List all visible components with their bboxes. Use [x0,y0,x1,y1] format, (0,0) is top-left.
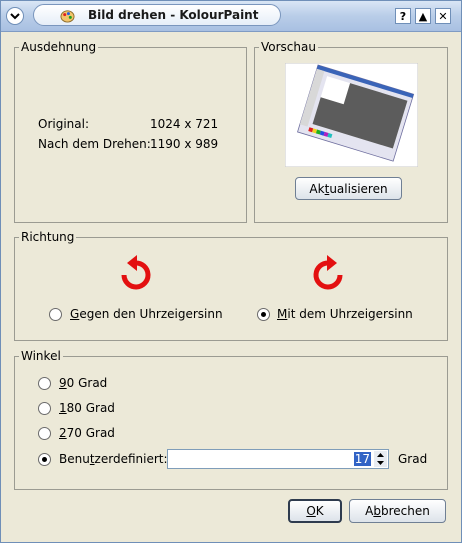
vorschau-legend: Vorschau [259,40,318,54]
rotate-dialog: Bild drehen - KolourPaint ? ▲ ✕ Ausdehnu… [0,0,462,543]
title-pill: Bild drehen - KolourPaint [33,4,281,26]
angle-270-text: 70 Grad [66,426,115,440]
cw-radio[interactable] [257,308,270,321]
preview-image [285,63,418,167]
ok-mnemonic: O [306,504,316,518]
ausdehnung-group: Ausdehnung Original: 1024 x 721 Nach dem… [14,40,247,223]
angle-180-label[interactable]: 180 Grad [59,401,115,415]
cancel-post: brechen [380,504,430,518]
angle-180-mnemonic: 1 [59,401,67,415]
angle-custom-radio[interactable] [38,453,51,466]
angle-unit-label: Grad [398,452,428,466]
chevron-down-icon [10,13,20,20]
cw-radio-dot [261,312,266,317]
angle-270-mnemonic: 2 [59,426,67,440]
angle-270-radio[interactable] [38,427,51,440]
original-label: Original: [38,117,89,131]
nach-label: Nach dem Drehen: [38,137,151,151]
refresh-label-post: ualisieren [329,181,388,196]
ccw-radio[interactable] [49,308,62,321]
rotate-clockwise-icon [313,255,343,290]
close-button[interactable]: ✕ [435,8,451,24]
ccw-label[interactable]: Gegen den Uhrzeigersinn [70,307,223,321]
angle-90-radio[interactable] [38,377,51,390]
shade-button[interactable]: ▲ [415,8,431,24]
custom-angle-value[interactable]: 17 [353,452,371,466]
shade-icon: ▲ [418,9,428,23]
arrow-down-icon [377,461,384,465]
angle-custom-label[interactable]: Benutzerdefiniert: [59,452,168,466]
cw-label[interactable]: Mit dem Uhrzeigersinn [277,307,413,321]
spin-down-button[interactable] [374,459,387,467]
richtung-legend: Richtung [19,230,77,244]
help-button[interactable]: ? [395,8,411,24]
angle-270-label[interactable]: 270 Grad [59,426,115,440]
angle-90-text: 0 Grad [66,376,108,390]
close-icon: ✕ [438,9,448,23]
help-icon: ? [399,9,407,23]
winkel-group: Winkel 90 Grad 180 Grad 270 Grad Benutze… [14,349,448,490]
ausdehnung-legend: Ausdehnung [19,40,99,54]
kolourpaint-icon [60,10,75,23]
custom-post: zerdefiniert: [94,452,168,466]
rotate-counterclockwise-icon [121,255,151,290]
cancel-pre: A [365,504,374,518]
cw-text: it dem Uhrzeigersinn [287,307,413,321]
angle-custom-radio-dot [42,457,47,462]
title-bar: Bild drehen - KolourPaint ? ▲ ✕ [1,1,461,32]
angle-180-text: 80 Grad [66,401,115,415]
cancel-mnemonic: b [373,504,381,518]
angle-180-radio[interactable] [38,402,51,415]
ccw-text: egen den Uhrzeigersinn [79,307,223,321]
ccw-mnemonic: G [70,307,80,321]
custom-pre: Benu [59,452,90,466]
spin-up-button[interactable] [374,451,387,459]
custom-angle-spinbox[interactable]: 17 [167,449,389,469]
ok-button[interactable]: OK [288,499,342,523]
richtung-group: Richtung Gegen den Uhrzeigersinn Mit dem… [14,230,448,341]
window-title: Bild drehen - KolourPaint [88,8,259,22]
winkel-legend: Winkel [19,349,63,363]
nach-value: 1190 x 989 [150,137,219,151]
cancel-button[interactable]: Ab brechen [349,499,446,523]
original-value: 1024 x 721 [150,117,219,131]
angle-90-mnemonic: 9 [59,376,67,390]
cw-mnemonic: M [277,307,288,321]
ok-text: K [315,504,324,518]
window-menu-button[interactable] [6,7,24,25]
vorschau-group: Vorschau Ak t ualisieren [254,40,448,223]
refresh-label-pre: Ak [309,181,325,196]
arrow-up-icon [377,453,384,457]
angle-90-label[interactable]: 90 Grad [59,376,107,390]
refresh-preview-button[interactable]: Ak t ualisieren [295,177,402,200]
